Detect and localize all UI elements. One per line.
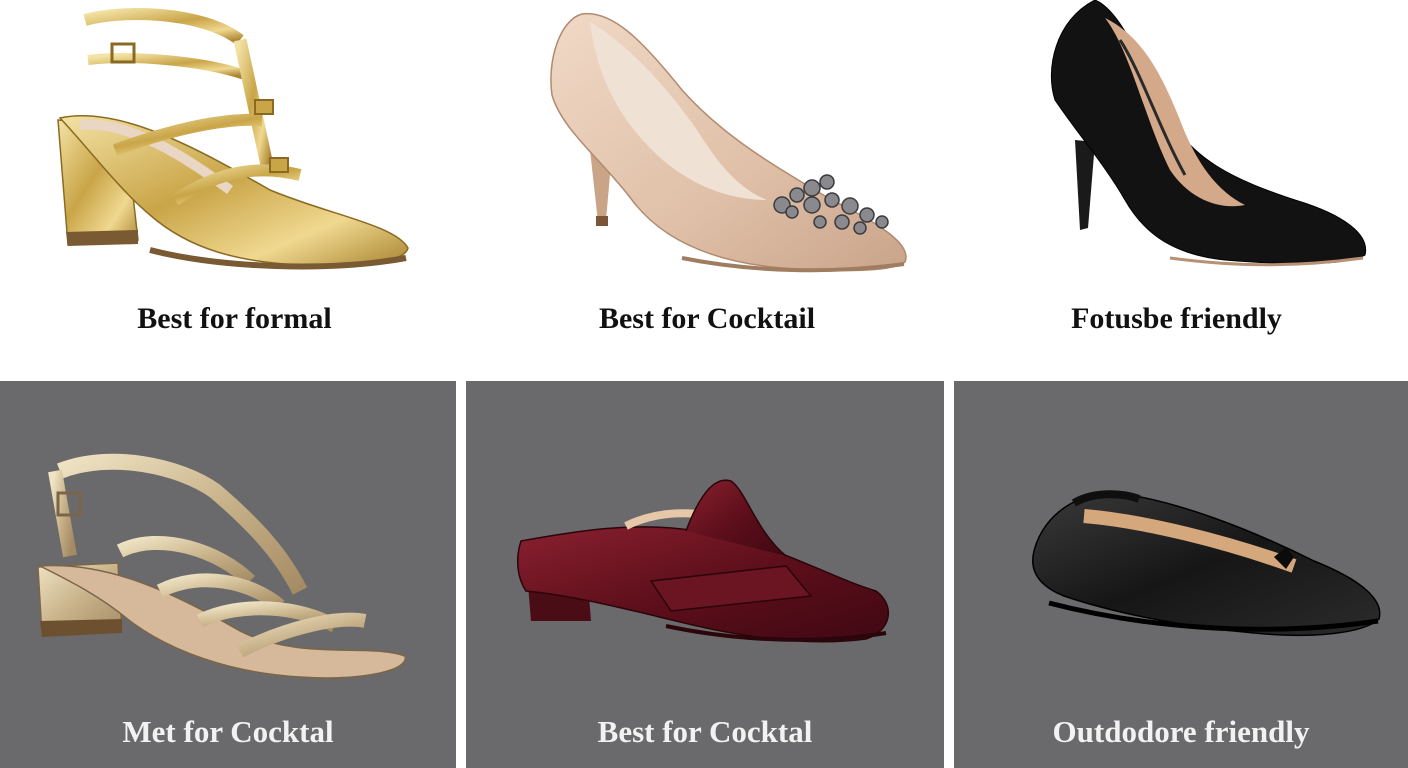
shoe-caption: Best for formal <box>137 302 332 335</box>
black-leather-ballet-flat-icon <box>1032 490 1381 637</box>
metallic-strappy-sandal-icon <box>37 453 406 679</box>
shoe-card-velvet-mule: Best for Cocktal <box>466 381 944 768</box>
shoe-caption: Best for Cocktail <box>598 302 816 335</box>
shoe-card-ballet-flat: Outdodore friendly <box>954 381 1408 768</box>
shoe-card-metallic-sandal: Met for Cocktal <box>0 381 456 768</box>
shoe-caption: Outdodore friendly <box>1052 714 1310 749</box>
burgundy-velvet-mule-icon <box>516 479 890 643</box>
shoe-caption: Best for Cocktal <box>597 714 813 749</box>
shoe-card-gold-heel: Best for formal <box>0 0 469 378</box>
shoe-card-nude-pump: Best for Cocktail <box>472 0 942 378</box>
shoe-caption: Met for Cocktal <box>122 714 334 749</box>
shoe-card-black-pump: Fotusbe friendly <box>945 0 1408 378</box>
shoe-caption: Fotusbe friendly <box>1071 302 1282 335</box>
